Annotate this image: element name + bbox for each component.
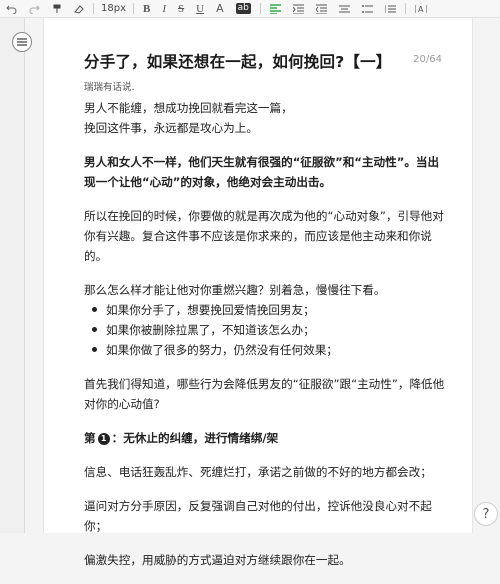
toolbar-divider (259, 3, 261, 14)
font-color-button[interactable]: A (210, 0, 230, 17)
more-icon[interactable]: A (409, 0, 433, 17)
list-item[interactable]: 如果你分手了，想要挽回爱情挽回男友； (84, 300, 446, 320)
toolbar-divider (93, 3, 94, 14)
list-icon[interactable] (356, 0, 379, 17)
section-prefix: 第 (84, 431, 96, 445)
paragraph[interactable]: 所以在挽回的时候，你要做的就是再次成为他的“心动对象”，引导他对你有兴趣。复合这… (84, 206, 446, 266)
left-rail (0, 18, 25, 533)
toolbar-divider (133, 3, 134, 14)
bold-paragraph[interactable]: 男人和女人不一样，他们天生就有很强的“征服欲”和“主动性”。当出现一个让他“心动… (84, 152, 446, 192)
document-body[interactable]: 男人不能缠，想成功挽回就看完这一篇， 挽回这件事，永远都是攻心为上。 男人和女人… (84, 98, 446, 584)
help-icon: ? (482, 506, 490, 522)
indent-icon[interactable] (287, 0, 310, 17)
section-heading[interactable]: 第 1 ：无休止的纠缠，进行情绪绑/架 (84, 428, 446, 448)
undo-icon[interactable] (0, 0, 23, 17)
help-button[interactable]: ? (474, 502, 498, 526)
paragraph[interactable]: 首先我们得知道，哪些行为会降低男友的“征服欲”跟“主动性”，降低他对你的心动值? (84, 374, 446, 414)
title-char-counter: 20/64 (413, 54, 442, 65)
redo-icon[interactable] (23, 0, 46, 17)
ordered-list-icon[interactable] (379, 0, 402, 17)
bullet-list[interactable]: 如果你分手了，想要挽回爱情挽回男友； 如果你被删除拉黑了，不知道该怎么办； 如果… (84, 300, 446, 360)
paragraph-line[interactable]: 偏激失控，用威胁的方式逼迫对方继续跟你在一起。 (84, 550, 446, 570)
section-title: ：无休止的纠缠，进行情绪绑/架 (111, 431, 279, 445)
highlight-label: ab (235, 3, 251, 14)
paragraph-line[interactable]: 逼问对方分手原因，反复强调自己对他的付出，控诉他没良心对不起你； (84, 496, 446, 536)
toolbar-divider (404, 3, 406, 14)
outdent-icon[interactable] (310, 0, 333, 17)
paragraph-line: 男人不能缠，想成功挽回就看完这一篇， (84, 101, 293, 115)
align-left-icon[interactable] (264, 0, 287, 17)
right-margin (472, 18, 500, 533)
outline-toggle-button[interactable] (12, 32, 32, 52)
document-page[interactable]: 分手了，如果还想在一起，如何挽回?【一】 20/64 瑞瑞有话说. 男人不能缠，… (43, 18, 473, 567)
list-menu-icon (17, 38, 27, 46)
paragraph-line[interactable]: 信息、电话狂轰乱炸、死缠烂打，承诺之前做的不好的地方都会改； (84, 462, 446, 482)
bold-button[interactable]: B (137, 0, 156, 17)
document-title[interactable]: 分手了，如果还想在一起，如何挽回?【一】 (84, 50, 392, 72)
paragraph[interactable]: 那么怎么样才能让他对你重燃兴趣？别着急，慢慢往下看。 (84, 280, 446, 300)
clear-format-icon[interactable] (68, 0, 90, 17)
paragraph-line: 挽回这件事，永远都是攻心为上。 (84, 121, 258, 135)
highlight-button[interactable]: ab (230, 0, 257, 17)
underline-button[interactable]: U (190, 0, 210, 17)
list-item[interactable]: 如果你做了很多的努力，仍然没有任何效果； (84, 340, 446, 360)
line-spacing-icon[interactable] (333, 0, 356, 17)
strikethrough-button[interactable]: S (172, 0, 190, 17)
font-size-select[interactable]: 18px (97, 0, 130, 17)
editor-toolbar: 18px B I S U A ab A (0, 0, 500, 18)
list-item[interactable]: 如果你被删除拉黑了，不知道该怎么办； (84, 320, 446, 340)
paragraph[interactable]: 男人不能缠，想成功挽回就看完这一篇， 挽回这件事，永远都是攻心为上。 (84, 98, 446, 138)
section-number-badge: 1 (97, 433, 110, 445)
italic-button[interactable]: I (156, 0, 172, 17)
svg-text:A: A (418, 5, 424, 14)
author-name[interactable]: 瑞瑞有话说. (84, 79, 135, 93)
format-brush-icon[interactable] (46, 0, 68, 17)
